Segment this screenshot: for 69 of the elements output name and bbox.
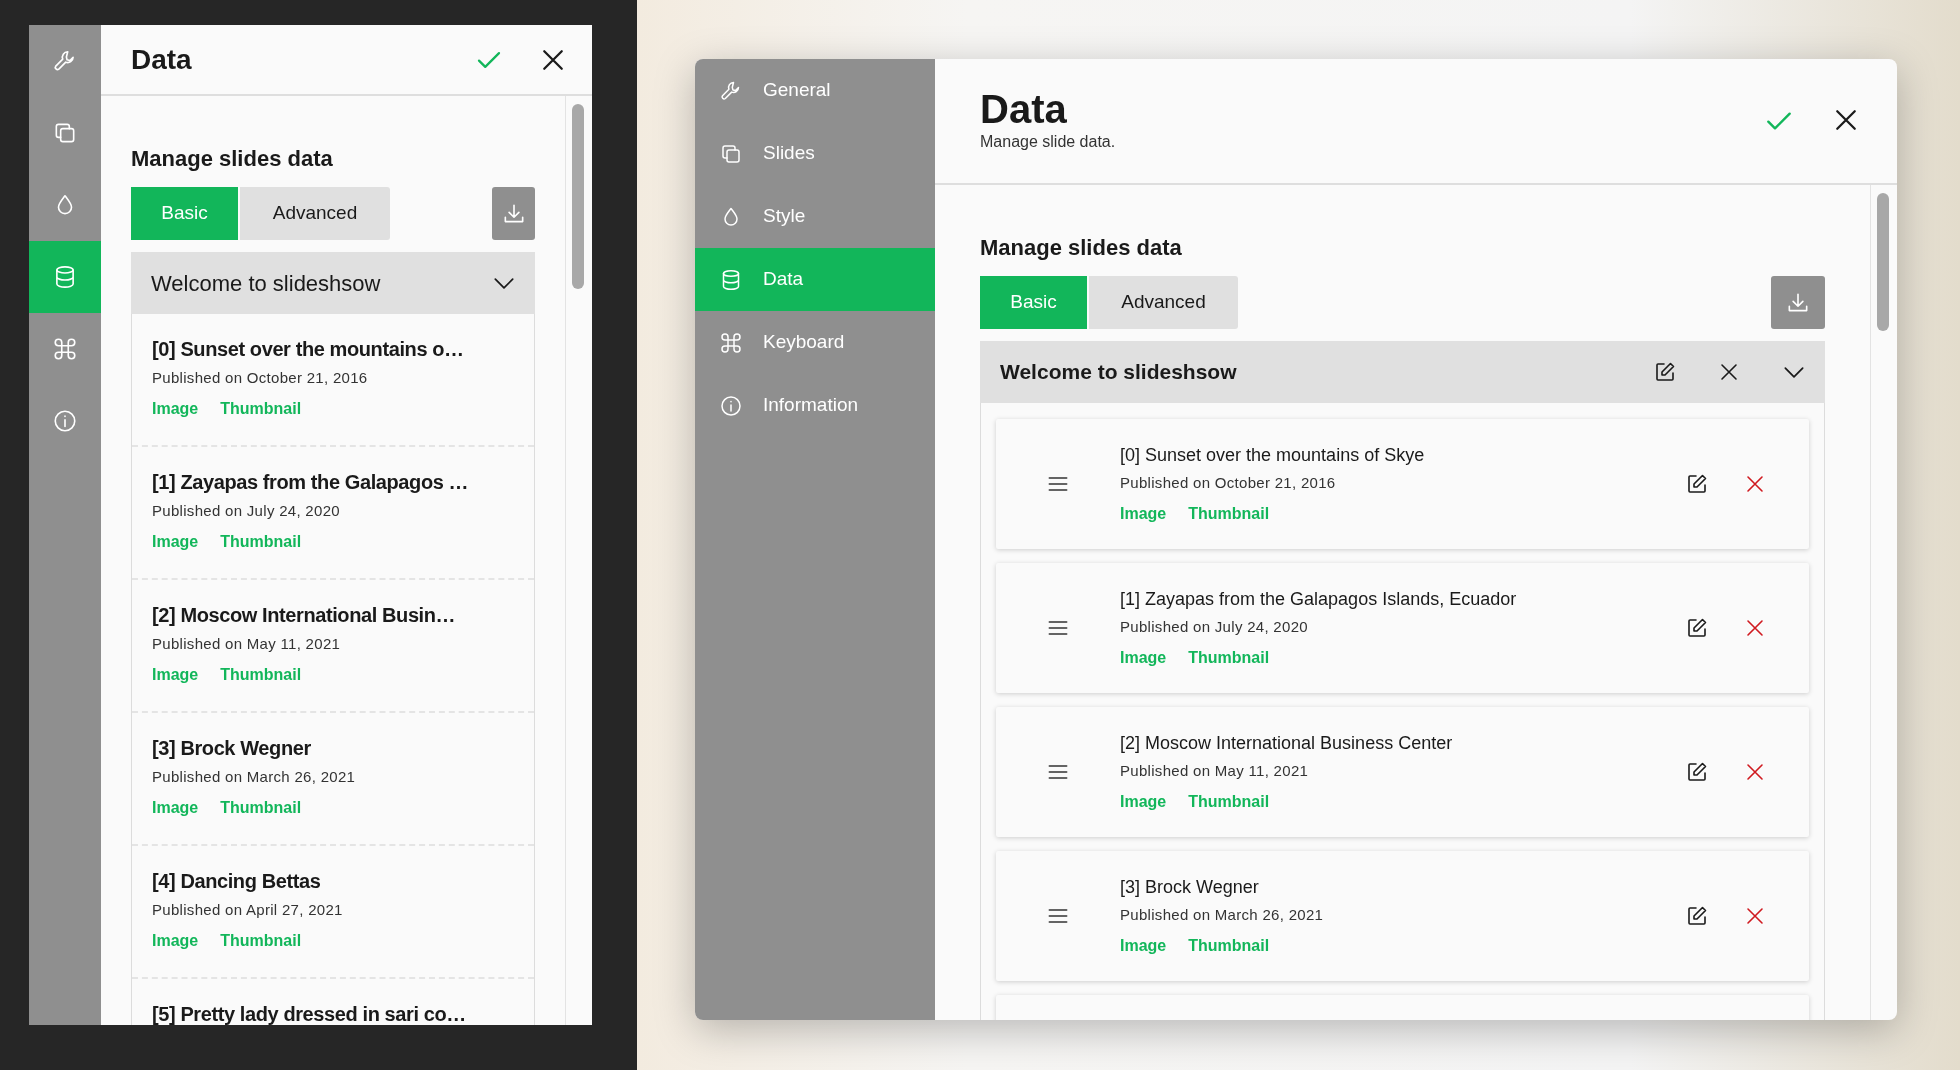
panel-title: Data — [980, 88, 1068, 130]
link[interactable]: Thumbnail — [220, 662, 302, 687]
download-button[interactable] — [1771, 276, 1825, 329]
sidebar-item[interactable]: Data — [695, 248, 935, 311]
edit-icon — [1685, 904, 1709, 928]
slide-title: [4] Dancing Bettas — [152, 869, 322, 894]
link[interactable]: Image — [1120, 789, 1167, 814]
tab[interactable]: Advanced — [1089, 276, 1238, 329]
publish-date: Published on October 21, 2016 — [152, 368, 369, 388]
link[interactable]: Image — [152, 396, 199, 421]
sidebar-item[interactable]: Slides — [695, 122, 935, 185]
group-header[interactable]: Welcome to slideshsow — [980, 341, 1825, 403]
link[interactable]: Image — [152, 662, 199, 687]
publish-date: Published on May 11, 2021 — [1120, 761, 1310, 782]
section-title: Manage slides data — [980, 234, 1183, 262]
tab[interactable]: Advanced — [240, 187, 390, 240]
publish-date: Published on July 24, 2020 — [152, 501, 341, 521]
slide-title: [0] Sunset over the mountains of Skye — [1120, 444, 1425, 468]
slide-title: [0] Sunset over the mountains o… — [152, 337, 465, 362]
group-title: Welcome to slideshsow — [1000, 359, 1237, 386]
link[interactable]: Image — [1120, 645, 1167, 670]
tab[interactable]: Basic — [131, 187, 238, 240]
command-icon — [719, 330, 743, 355]
panel-title: Data — [131, 42, 192, 77]
edit-icon — [1685, 616, 1709, 640]
info-icon — [52, 408, 78, 434]
slide-title: [3] Brock Wegner — [1120, 876, 1260, 900]
slide-title: [2] Moscow International Busin… — [152, 603, 457, 628]
sidebar-item[interactable]: Style — [695, 185, 935, 248]
group-title: Welcome to slideshsow — [151, 269, 381, 298]
link[interactable]: Image — [152, 928, 199, 953]
publish-date: Published on April 27, 2021 — [152, 900, 344, 920]
link[interactable]: Thumbnail — [1188, 645, 1270, 670]
edit-icon — [1685, 472, 1709, 496]
publish-date: Published on October 21, 2016 — [1120, 473, 1337, 494]
sidebar-item[interactable]: Information — [695, 374, 935, 437]
link[interactable]: Image — [152, 529, 199, 554]
link[interactable]: Thumbnail — [1188, 501, 1270, 526]
section-title: Manage slides data — [131, 145, 334, 173]
link[interactable]: Image — [152, 795, 199, 820]
panel-subtitle: Manage slide data. — [980, 132, 1116, 152]
link[interactable]: Thumbnail — [1188, 933, 1270, 958]
tab[interactable]: Basic — [980, 276, 1087, 329]
publish-date: Published on July 24, 2020 — [1120, 617, 1309, 638]
group-header[interactable]: Welcome to slideshsow — [131, 252, 535, 314]
link[interactable]: Thumbnail — [220, 529, 302, 554]
sidebar-item[interactable]: General — [695, 59, 935, 122]
scrollbar-thumb[interactable] — [1877, 193, 1889, 331]
command-icon — [52, 336, 78, 362]
link[interactable]: Image — [1120, 501, 1167, 526]
link[interactable]: Thumbnail — [220, 396, 302, 421]
slide-title: [1] Zayapas from the Galapagos Islands, Ecuador — [1120, 588, 1517, 612]
link[interactable]: Thumbnail — [220, 928, 302, 953]
slide-title: [1] Zayapas from the Galapagos … — [152, 470, 470, 495]
scrollbar-thumb[interactable] — [572, 104, 584, 289]
info-icon — [719, 393, 743, 418]
link[interactable]: Thumbnail — [220, 795, 302, 820]
sidebar-item[interactable]: Keyboard — [695, 311, 935, 374]
link[interactable]: Image — [1120, 933, 1167, 958]
download-button[interactable] — [492, 187, 535, 240]
link[interactable]: Thumbnail — [1188, 789, 1270, 814]
publish-date: Published on May 11, 2021 — [152, 634, 342, 654]
edit-icon — [1685, 760, 1709, 784]
edit-icon — [1653, 360, 1677, 384]
slide-title: [5] Pretty lady dressed in sari co… — [152, 1002, 467, 1025]
slide-title: [3] Brock Wegner — [152, 736, 312, 761]
publish-date: Published on March 26, 2021 — [152, 767, 357, 787]
publish-date: Published on March 26, 2021 — [1120, 905, 1324, 926]
slide-title: [2] Moscow International Business Center — [1120, 732, 1453, 756]
